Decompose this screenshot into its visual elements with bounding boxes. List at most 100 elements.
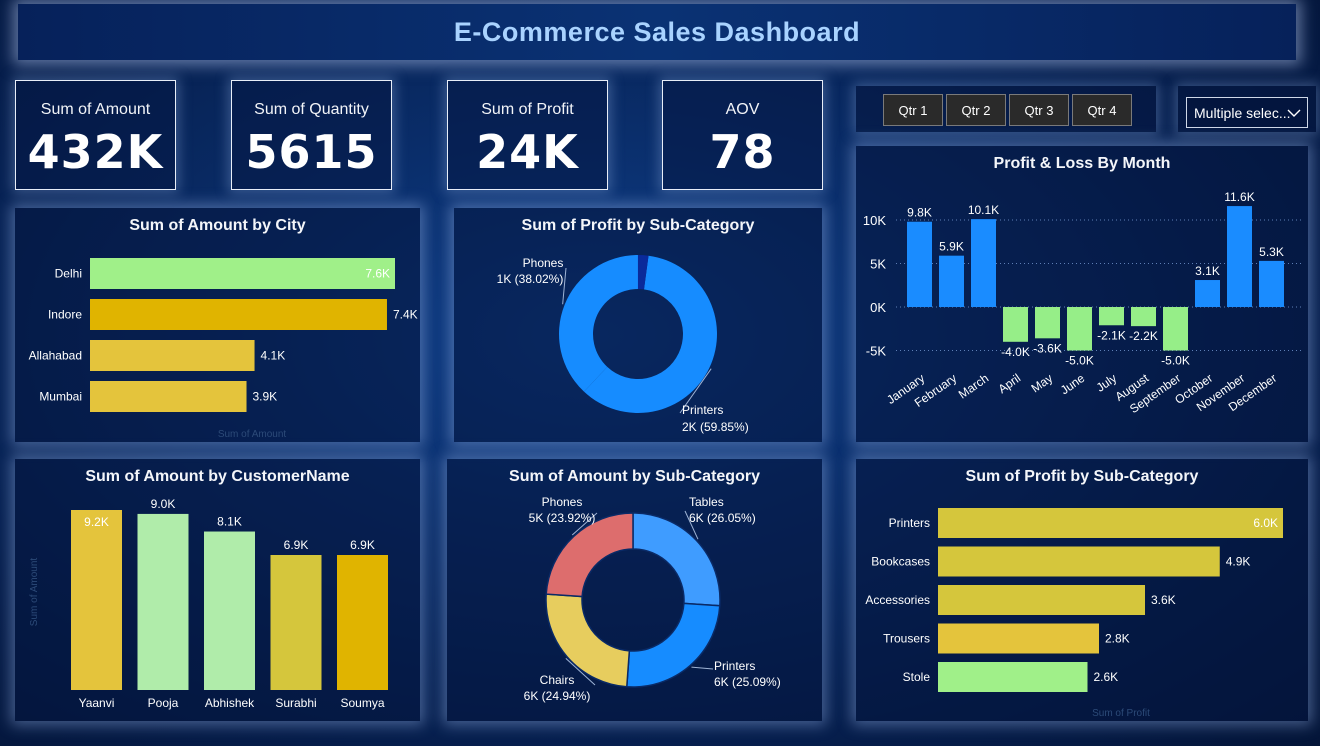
axis-label: Sum of Amount xyxy=(218,429,287,440)
category-label: Allahabad xyxy=(29,349,82,363)
bar xyxy=(270,555,322,690)
slice-label-value: 5K (23.92%) xyxy=(529,511,596,525)
chart-panel-amount-by-customer: Sum of Amount by CustomerName 9.2K Yaanvi… xyxy=(15,459,420,721)
data-label: 11.6K xyxy=(1224,190,1254,204)
bar xyxy=(1195,280,1220,307)
kpi-label: Sum of Quantity xyxy=(254,101,369,118)
donut-slice xyxy=(625,602,721,688)
donut-slice xyxy=(559,255,638,392)
quarter-button-q3[interactable]: Qtr 3 xyxy=(1009,94,1069,126)
slice-label-value: 2K (59.85%) xyxy=(682,420,749,434)
category-label: Stole xyxy=(903,670,931,684)
donut-slice xyxy=(545,512,634,598)
bar xyxy=(938,662,1088,692)
data-label: 3.1K xyxy=(1195,264,1220,278)
data-label: 3.6K xyxy=(1151,593,1176,607)
chevron-down-icon xyxy=(1287,109,1301,117)
data-label: 7.4K xyxy=(393,308,418,322)
column-chart-pnl: -5K0K5K10K9.8KJanuary5.9KFebruary10.1KMa… xyxy=(863,190,1304,416)
slice-label-value: 1K (38.02%) xyxy=(497,272,564,286)
data-label: 10.1K xyxy=(968,203,999,217)
kpi-value: 5615 xyxy=(245,125,378,179)
x-tick-label: Pooja xyxy=(148,696,179,710)
bar xyxy=(204,531,255,690)
bar xyxy=(938,585,1145,615)
kpi-card-profit[interactable]: Sum of Profit 24K xyxy=(447,80,608,190)
data-label: 5.3K xyxy=(1259,245,1284,259)
bar xyxy=(71,510,122,690)
bar xyxy=(1099,307,1124,326)
bar xyxy=(137,513,189,690)
donut-chart-profit: Printers 2K (59.85%) Phones 1K (38.02%) xyxy=(497,255,749,434)
kpi-card-amount[interactable]: Sum of Amount 432K xyxy=(15,80,176,190)
bar-chart-city: Delhi 7.6K Indore 7.4K Allahabad 4.1K Mumbai 3.… xyxy=(29,258,418,440)
data-label: -2.1K xyxy=(1097,328,1126,342)
chart-panel-amount-by-city: Sum of Amount by City Delhi 7.6K Indore 7.4… xyxy=(15,208,420,442)
dashboard-title: E-Commerce Sales Dashboard xyxy=(453,16,861,47)
slice-label-name: Phones xyxy=(542,495,583,509)
kpi-value: 78 xyxy=(709,125,776,179)
dropdown-value: Multiple selec... xyxy=(1194,104,1291,121)
multiple-select-dropdown[interactable]: Multiple selec... xyxy=(1186,97,1308,128)
chart-panel-profit-loss-by-month: Profit & Loss By Month -5K 0K 5K 10K 9.8K Jan… xyxy=(856,146,1308,442)
kpi-label: Sum of Profit xyxy=(481,101,574,118)
bar xyxy=(1067,307,1092,351)
x-tick-label: April xyxy=(996,371,1024,396)
bar xyxy=(938,623,1099,654)
data-label: 6.0K xyxy=(1253,516,1278,530)
bar xyxy=(1227,206,1252,307)
slice-label-name: Printers xyxy=(682,403,723,417)
category-label: Delhi xyxy=(55,267,82,281)
bar xyxy=(90,258,395,289)
kpi-value: 432K xyxy=(27,125,164,179)
quarter-button-q1[interactable]: Qtr 1 xyxy=(883,94,943,126)
x-tick-label: June xyxy=(1058,371,1088,398)
dashboard-title-bar: E-Commerce Sales Dashboard xyxy=(18,4,1296,60)
data-label: -5.0K xyxy=(1161,354,1190,368)
data-label: 8.1K xyxy=(217,515,242,529)
leader-line xyxy=(691,666,714,670)
axis-label: Sum of Amount xyxy=(29,558,40,627)
slice-label-value: 6K (26.05%) xyxy=(689,511,756,525)
bar xyxy=(90,381,247,412)
chart-panel-profit-by-subcategory-bar: Sum of Profit by Sub-Category Printers 6.… xyxy=(856,459,1308,721)
data-label: 4.9K xyxy=(1226,555,1251,569)
slice-label-name: Tables xyxy=(689,495,724,509)
slice-label-name: Chairs xyxy=(540,673,575,687)
category-label: Mumbai xyxy=(39,390,82,404)
data-label: 9.0K xyxy=(151,497,176,511)
kpi-card-aov[interactable]: AOV 78 xyxy=(662,80,823,190)
y-tick-label: 5K xyxy=(870,257,886,272)
x-tick-label: March xyxy=(956,371,991,402)
bar xyxy=(938,508,1283,538)
column-chart-customer: 9.2K Yaanvi 9.0K Pooja 8.1K Abhishek 6.9K Surab… xyxy=(29,497,388,710)
kpi-card-quantity[interactable]: Sum of Quantity 5615 xyxy=(231,80,392,190)
y-tick-label: 10K xyxy=(863,213,886,228)
bar xyxy=(938,546,1220,577)
kpi-label: AOV xyxy=(725,101,760,118)
data-label: 9.2K xyxy=(84,515,109,529)
category-label: Accessories xyxy=(865,593,930,607)
y-tick-label: -5K xyxy=(866,344,887,359)
bar xyxy=(1259,260,1284,307)
data-label: 5.9K xyxy=(939,240,964,254)
bar xyxy=(337,555,388,690)
bar xyxy=(971,219,996,307)
bar xyxy=(1131,307,1156,327)
data-label: -5.0K xyxy=(1065,354,1094,368)
quarter-button-q2[interactable]: Qtr 2 xyxy=(946,94,1006,126)
data-label: 2.8K xyxy=(1105,632,1130,646)
bar xyxy=(90,340,255,371)
bar-chart-profit-subcategory: Printers 6.0K Bookcases 4.9K Accessories 3.6K… xyxy=(865,508,1283,719)
x-tick-label: Surabhi xyxy=(275,696,316,710)
data-label: 7.6K xyxy=(365,267,390,281)
category-label: Bookcases xyxy=(871,555,930,569)
chart-panel-amount-by-subcategory-donut: Sum of Amount by Sub-Category Tables 6K (… xyxy=(447,459,822,721)
data-label: 9.8K xyxy=(907,206,932,220)
x-tick-label: Abhishek xyxy=(205,696,255,710)
y-tick-label: 0K xyxy=(870,300,886,315)
slice-label-name: Printers xyxy=(714,659,755,673)
quarter-button-q4[interactable]: Qtr 4 xyxy=(1072,94,1132,126)
donut-chart-amount: Tables 6K (26.05%) Printers 6K (25.09%) Chai… xyxy=(524,495,781,703)
data-label: 6.9K xyxy=(284,538,309,552)
